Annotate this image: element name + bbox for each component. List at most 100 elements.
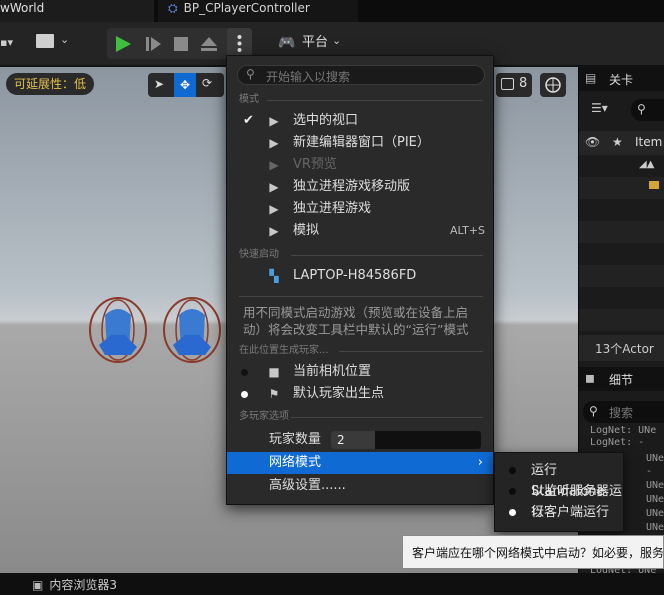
- details-tab-label: 细节: [609, 373, 634, 387]
- menu-item-net-mode[interactable]: 网络模式 ›: [227, 452, 493, 474]
- visibility-icon[interactable]: 👁: [585, 135, 600, 149]
- net-mode-listen-server[interactable]: 以监听服务器运行: [495, 481, 623, 520]
- filter-icon[interactable]: ☰▾: [591, 101, 608, 115]
- vr-headset-icon: ▶: [269, 158, 279, 172]
- play-icon: [116, 36, 131, 52]
- camera-speed-button[interactable]: 8: [496, 73, 532, 97]
- folder-icon: [649, 181, 659, 189]
- player-count-input[interactable]: 2: [331, 431, 481, 449]
- label: 默认玩家出生点: [293, 386, 385, 401]
- net-mode-standalone[interactable]: 运行Standalone: [495, 460, 623, 499]
- menu-item-spawn-current-camera[interactable]: ■ 当前相机位置: [227, 361, 493, 383]
- menu-item-simulate[interactable]: ▶ 模拟 ALT+S: [227, 220, 493, 242]
- info-line-2: 动）将会改变工具栏中默认的“运行”模式: [243, 322, 469, 337]
- actor-count: 13个Actor: [579, 335, 664, 361]
- platform-label: 平台: [302, 35, 329, 50]
- outliner-toolbar: ☰▾ ⚲: [579, 97, 664, 123]
- menu-item-standalone-mobile[interactable]: ▶ 独立进程游戏移动版: [227, 176, 493, 198]
- label: LAPTOP-H84586FD: [293, 268, 417, 283]
- clapperboard-icon: [36, 34, 54, 48]
- platform-dropdown-button[interactable]: 🎮 平台 ⌄: [278, 32, 348, 54]
- label: 网络模式: [269, 455, 322, 470]
- content-browser-tab[interactable]: ▣ 内容浏览器3: [32, 576, 117, 593]
- details-search-placeholder: 搜索: [609, 406, 634, 420]
- translate-mode-icon[interactable]: ✥: [174, 73, 196, 97]
- details-icon: ◼: [585, 371, 595, 385]
- advance-frame-button[interactable]: [143, 34, 163, 54]
- scalability-badge[interactable]: 可延展性：低: [6, 73, 95, 95]
- menu-search-placeholder: 开始输入以搜索: [266, 70, 351, 84]
- tab-level[interactable]: wWorld: [0, 0, 154, 22]
- radio-dot-icon: [241, 369, 248, 376]
- outliner-icon: ▤: [585, 71, 597, 85]
- tree-expand-icon[interactable]: ◢▲: [639, 159, 654, 170]
- radio-dot-icon: [509, 467, 516, 474]
- bottom-bar: ▣ 内容浏览器3: [0, 573, 664, 595]
- outliner-tree[interactable]: ◢▲: [579, 155, 664, 335]
- play-options-menu: ⚲ 开始输入以搜索 模式 ✔ ▶ 选中的视口 ▶ 新建编辑器窗口（PIE） ▶ …: [226, 55, 494, 505]
- separator: [339, 351, 483, 352]
- info-line-1: 用不同模式启动游戏（预览或在设备上启: [243, 305, 469, 320]
- radio-dot-icon: [509, 488, 516, 495]
- label: 独立进程游戏移动版: [293, 179, 411, 194]
- net-mode-client[interactable]: 以客户端运行: [495, 502, 623, 523]
- outliner-column-header: 👁 ★ Item: [579, 131, 664, 155]
- menu-item-vr-preview[interactable]: ▶ VR预览: [227, 154, 493, 176]
- separator: [291, 255, 483, 256]
- menu-item-standalone-game[interactable]: ▶ 独立进程游戏: [227, 198, 493, 220]
- log-line: LogNet: UNe: [590, 425, 657, 436]
- chevron-right-icon: ›: [477, 455, 483, 470]
- separator: [239, 296, 483, 297]
- pin-icon[interactable]: ★: [612, 135, 623, 149]
- simulate-icon: ▶: [269, 224, 279, 238]
- search-icon: ⚲: [589, 404, 598, 418]
- eject-icon: [201, 37, 217, 51]
- grid-layout-icon: [545, 77, 561, 93]
- player-count-value: 2: [337, 433, 345, 447]
- label: 新建编辑器窗口（PIE）: [293, 135, 430, 150]
- player-characters[interactable]: [85, 295, 235, 370]
- section-quick-launch: 快速启动: [239, 249, 279, 260]
- stop-button[interactable]: [171, 34, 191, 54]
- menu-item-device[interactable]: ▚ LAPTOP-H84586FD: [227, 265, 493, 287]
- play-button[interactable]: [113, 34, 133, 54]
- log-line: UNe: [646, 508, 664, 519]
- menu-item-player-count: 玩家数量 2: [227, 429, 493, 451]
- section-mode: 模式: [239, 94, 259, 105]
- content-browser-label: 内容浏览器3: [49, 578, 117, 592]
- windows-device-icon: ▚: [269, 269, 279, 283]
- log-line: UNe: [646, 480, 664, 491]
- play-icon: ▶: [269, 114, 279, 128]
- outliner-tab-label: 关卡: [609, 73, 634, 87]
- tab-bp-label: BP_CPlayerController: [183, 1, 310, 15]
- player-start-icon: ⚑: [268, 387, 280, 401]
- label: 模拟: [293, 223, 320, 238]
- actor-count-label: 13个Actor: [595, 342, 654, 356]
- shortcut-label: ALT+S: [449, 224, 485, 237]
- menu-item-spawn-default-start[interactable]: ⚑ 默认玩家出生点: [227, 383, 493, 405]
- label: 以客户端运行: [531, 505, 610, 520]
- tab-bp-player-controller[interactable]: ⛭ BP_CPlayerController: [158, 0, 358, 22]
- net-mode-tooltip: 客户端应在哪个网络模式中启动？如必要，服务: [402, 535, 664, 569]
- eject-button[interactable]: [199, 34, 219, 54]
- cinematics-dropdown-button[interactable]: ⌄: [34, 31, 74, 53]
- menu-item-advanced-settings[interactable]: 高级设置......: [227, 475, 493, 497]
- label: 选中的视口: [293, 113, 359, 128]
- editor-tab-bar: wWorld ⛭ BP_CPlayerController: [0, 0, 664, 22]
- menu-search-input[interactable]: ⚲ 开始输入以搜索: [237, 65, 485, 85]
- radio-dot-icon: [509, 509, 516, 516]
- details-search-input[interactable]: ⚲ 搜索: [583, 401, 664, 423]
- select-mode-icon[interactable]: ➤: [154, 77, 164, 91]
- label: 玩家数量: [269, 432, 322, 447]
- rotate-mode-icon[interactable]: ⟳: [202, 76, 212, 90]
- outliner-search-input[interactable]: ⚲: [631, 99, 664, 121]
- menu-item-new-editor-window[interactable]: ▶ 新建编辑器窗口（PIE）: [227, 132, 493, 154]
- modes-dropdown-button[interactable]: ▪▾: [0, 32, 22, 54]
- outliner-header: ▤ 关卡: [579, 67, 664, 91]
- menu-item-selected-viewport[interactable]: ✔ ▶ 选中的视口: [227, 110, 493, 132]
- viewport-layout-button[interactable]: [540, 73, 566, 97]
- search-icon: ⚲: [637, 102, 646, 116]
- chevron-down-icon: ⌄: [332, 34, 342, 47]
- separator: [267, 100, 483, 101]
- net-mode-submenu: 运行Standalone 以监听服务器运行 以客户端运行: [494, 452, 624, 532]
